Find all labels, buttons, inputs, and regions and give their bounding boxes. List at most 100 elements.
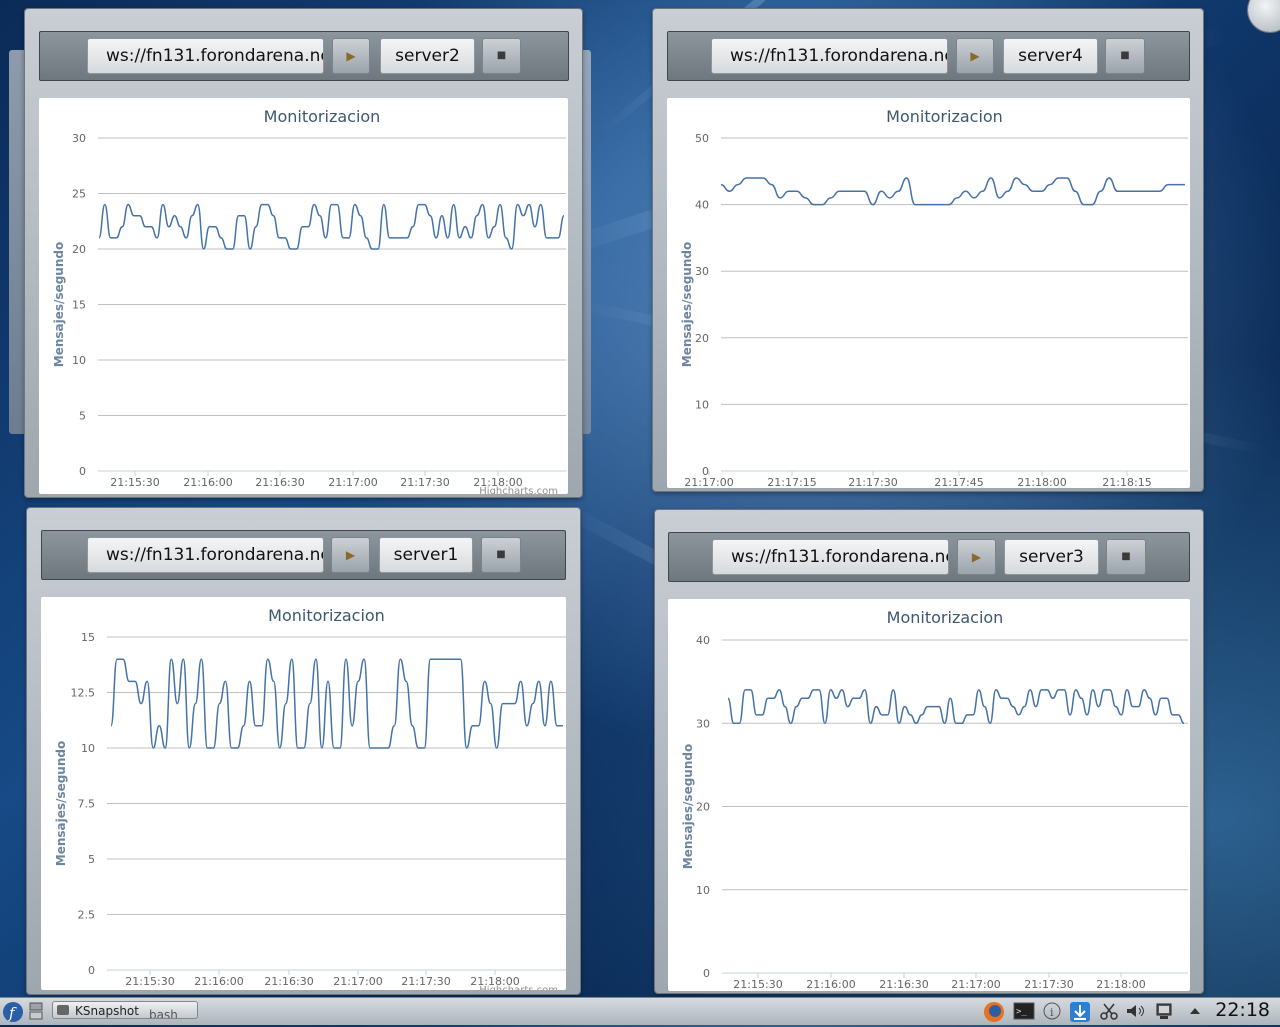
y-tick-label: 15 bbox=[72, 299, 86, 312]
y-tick-label: 20 bbox=[696, 801, 710, 814]
x-tick-label: 21:18:15 bbox=[1102, 476, 1151, 488]
desktop-toolbox-button[interactable] bbox=[1248, 0, 1280, 32]
clock: 22:18 bbox=[1215, 999, 1270, 1021]
connection-toolbar: ws://fn131.forondarena.net ▶ server4 ■ bbox=[667, 31, 1190, 81]
y-tick-label: 25 bbox=[72, 188, 86, 201]
svg-text:i: i bbox=[1050, 1006, 1054, 1019]
pager-icon[interactable] bbox=[29, 1001, 43, 1021]
line-chart: MonitorizacionMensajes/segundo0102030405… bbox=[680, 107, 1188, 488]
info-icon[interactable]: i bbox=[1043, 1001, 1061, 1021]
series-line bbox=[98, 203, 565, 250]
x-tick-label: 21:18:00 bbox=[1017, 476, 1066, 488]
x-tick-label: 21:17:30 bbox=[400, 476, 449, 489]
websocket-url-input[interactable]: ws://fn131.forondarena.net bbox=[87, 537, 324, 573]
y-tick-label: 10 bbox=[81, 742, 95, 755]
y-tick-label: 50 bbox=[695, 132, 709, 145]
play-button[interactable]: ▶ bbox=[331, 537, 370, 573]
terminal-icon[interactable]: >_ bbox=[1013, 1001, 1035, 1021]
network-icon[interactable] bbox=[1153, 1001, 1175, 1021]
y-tick-label: 7.5 bbox=[78, 798, 96, 811]
server-name-field[interactable]: server3 bbox=[1004, 539, 1099, 575]
stop-icon: ■ bbox=[1121, 551, 1131, 562]
taskbar: f KSnapshot bash >_ i 22:18 bbox=[0, 997, 1280, 1025]
play-icon: ▶ bbox=[971, 550, 982, 564]
stop-button[interactable]: ■ bbox=[1106, 539, 1146, 575]
chart-container: Monitorizacion Mensajes/segundo 0 2.5 5 7.5 10… bbox=[41, 597, 566, 990]
server-name-field[interactable]: server1 bbox=[379, 537, 473, 573]
y-tick-label: 20 bbox=[695, 332, 709, 345]
chevron-up-icon[interactable] bbox=[1188, 1001, 1202, 1021]
chart-title: Monitorizacion bbox=[886, 107, 1003, 126]
ksnapshot-icon bbox=[57, 1005, 69, 1015]
play-button[interactable]: ▶ bbox=[957, 539, 996, 575]
y-tick-label: 40 bbox=[696, 634, 710, 647]
line-chart: Monitorizacion Mensajes/segundo 0 2.5 5 7.5 10… bbox=[54, 606, 566, 990]
x-tick-label: 21:16:30 bbox=[255, 476, 304, 489]
monitor-window-server4: ws://fn131.forondarena.net ▶ server4 ■ M… bbox=[653, 9, 1203, 491]
y-tick-label: 5 bbox=[79, 410, 86, 423]
x-tick-label: 21:17:00 bbox=[951, 978, 1000, 991]
x-tick-label: 21:15:30 bbox=[733, 978, 782, 991]
fedora-menu-icon[interactable]: f bbox=[2, 1001, 24, 1022]
monitor-window-server1: ws://fn131.forondarena.net ▶ server1 ■ M… bbox=[27, 508, 580, 994]
server-name-field[interactable]: server4 bbox=[1003, 38, 1098, 74]
chart-title: Monitorizacion bbox=[268, 606, 385, 625]
x-tick-label: 21:17:30 bbox=[1024, 978, 1073, 991]
y-axis-label: Mensajes/segundo bbox=[54, 741, 68, 866]
stop-icon: ■ bbox=[496, 50, 507, 61]
series-line bbox=[727, 689, 1185, 725]
firefox-icon[interactable] bbox=[983, 1001, 1005, 1022]
play-icon: ▶ bbox=[970, 49, 980, 63]
line-chart: Monitorizacion Mensajes/segundo 0 5 10 15 20 25… bbox=[52, 107, 566, 494]
y-axis-label: Mensajes/segundo bbox=[680, 242, 694, 367]
svg-text:>_: >_ bbox=[1016, 1007, 1027, 1017]
y-tick-label: 20 bbox=[72, 243, 86, 256]
x-tick-label: 21:15:30 bbox=[125, 975, 174, 988]
x-tick-label: 21:17:45 bbox=[934, 476, 983, 488]
x-tick-label: 21:16:00 bbox=[183, 476, 232, 489]
task-label: KSnapshot bbox=[75, 1004, 139, 1018]
y-tick-label: 15 bbox=[81, 631, 95, 644]
x-tick-label: 21:17:30 bbox=[848, 476, 897, 488]
x-tick-label: 21:18:00 bbox=[1096, 978, 1145, 991]
x-tick-label: 21:17:15 bbox=[767, 476, 816, 488]
x-tick-label: 21:17:30 bbox=[401, 975, 450, 988]
websocket-url-input[interactable]: ws://fn131.forondarena.net bbox=[711, 38, 948, 74]
connection-toolbar: ws://fn131.forondarena.net ▶ server2 ■ bbox=[39, 31, 569, 81]
y-tick-label: 30 bbox=[695, 265, 709, 278]
play-icon: ▶ bbox=[345, 548, 356, 562]
y-tick-label: 2.5 bbox=[78, 909, 96, 922]
stop-icon: ■ bbox=[496, 549, 506, 560]
y-tick-label: 0 bbox=[703, 967, 710, 980]
stop-button[interactable]: ■ bbox=[481, 537, 521, 573]
y-tick-label: 10 bbox=[696, 884, 710, 897]
stop-button[interactable]: ■ bbox=[1105, 38, 1145, 74]
scissors-icon[interactable] bbox=[1099, 1001, 1119, 1021]
y-axis-label: Mensajes/segundo bbox=[52, 242, 66, 367]
taskbar-item-ksnapshot[interactable]: KSnapshot bash bbox=[52, 1001, 198, 1019]
volume-icon[interactable] bbox=[1124, 1001, 1146, 1021]
highcharts-credit: Highcharts.com bbox=[479, 486, 558, 494]
play-button[interactable]: ▶ bbox=[332, 38, 370, 74]
chart-container: Monitorizacion Mensajes/segundo 0 10 20 30 40 2… bbox=[668, 599, 1190, 991]
x-tick-label: 21:15:30 bbox=[110, 476, 159, 489]
connection-toolbar: ws://fn131.forondarena.net ▶ server3 ■ bbox=[668, 532, 1190, 582]
x-tick-label: 21:17:00 bbox=[684, 476, 733, 488]
x-tick-label: 21:16:30 bbox=[879, 978, 928, 991]
y-tick-label: 10 bbox=[695, 398, 709, 411]
y-tick-label: 5 bbox=[88, 853, 95, 866]
y-tick-label: 30 bbox=[696, 717, 710, 730]
y-tick-label: 0 bbox=[79, 465, 86, 478]
chart-title: Monitorizacion bbox=[264, 107, 381, 126]
update-download-icon[interactable] bbox=[1069, 1001, 1091, 1022]
x-tick-label: 21:17:00 bbox=[333, 975, 382, 988]
stop-button[interactable]: ■ bbox=[482, 38, 521, 74]
websocket-url-input[interactable]: ws://fn131.forondarena.net bbox=[712, 539, 949, 575]
monitor-window-server3: ws://fn131.forondarena.net ▶ server3 ■ M… bbox=[655, 510, 1203, 993]
server-name-field[interactable]: server2 bbox=[380, 38, 475, 74]
play-button[interactable]: ▶ bbox=[956, 38, 994, 74]
y-tick-label: 10 bbox=[72, 354, 86, 367]
play-icon: ▶ bbox=[346, 49, 356, 63]
websocket-url-input[interactable]: ws://fn131.forondarena.net bbox=[87, 38, 324, 74]
chart-container: Monitorizacion Mensajes/segundo 0 5 10 15 20 25… bbox=[39, 98, 568, 494]
